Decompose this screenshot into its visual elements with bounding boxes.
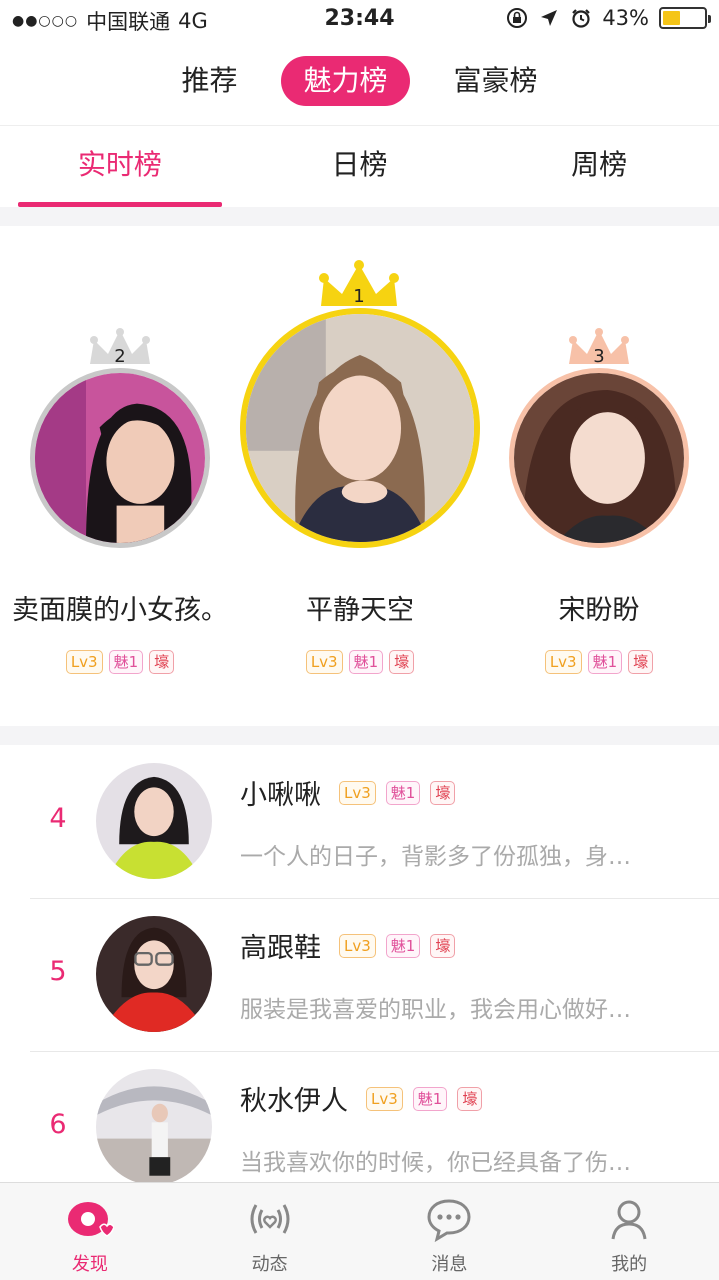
- rich-badge: 壕: [389, 650, 415, 674]
- status-bar: ●●○○○ 中国联通 4G 23:44 43%: [0, 0, 719, 40]
- nav-discover[interactable]: 发现: [0, 1183, 180, 1280]
- tab-charm-ranking[interactable]: 魅力榜: [281, 56, 410, 106]
- name-line: 秋水伊人 Lv3 魅1 壕: [240, 1079, 483, 1118]
- rank-number: 4: [49, 803, 67, 834]
- charm-badge: 魅1: [412, 1086, 448, 1111]
- user-name[interactable]: 小啾啾: [240, 773, 321, 812]
- user-bio: 当我喜欢你的时候，你已经具备了伤…: [240, 1150, 631, 1176]
- avatar-rank-2[interactable]: [30, 368, 210, 548]
- level-badge: Lv3: [544, 650, 582, 674]
- charm-badge: 魅1: [385, 780, 421, 805]
- list-item[interactable]: 5 高跟鞋 Lv3 魅1 壕 服装是我喜爱的职业，我会用心做好…: [0, 898, 719, 1051]
- avatar[interactable]: [96, 1069, 212, 1185]
- rich-badge: 壕: [430, 780, 456, 805]
- rank-number: 3: [593, 346, 605, 367]
- rich-badge: 壕: [149, 650, 175, 674]
- podium-name-rank-1[interactable]: 平静天空: [230, 588, 490, 627]
- profile-icon: [611, 1200, 647, 1240]
- bottom-nav: 发现 动态 消息 我的: [0, 1182, 719, 1280]
- location-icon: [541, 10, 558, 26]
- charm-badge: 魅1: [108, 650, 144, 674]
- name-line: 小啾啾 Lv3 魅1 壕: [240, 773, 456, 812]
- charm-badge: 魅1: [348, 650, 384, 674]
- ranking-list: 4 小啾啾 Lv3 魅1 壕 一个人的日子，背影多了份孤独，身… 5 高跟鞋 L…: [0, 745, 719, 1204]
- nav-messages[interactable]: 消息: [360, 1183, 540, 1280]
- avatar[interactable]: [96, 763, 212, 879]
- avatar-rank-3[interactable]: [509, 368, 689, 548]
- nav-label: 发现: [71, 1254, 108, 1275]
- battery-icon: [659, 7, 711, 29]
- section-divider: [0, 207, 719, 226]
- nav-label: 消息: [431, 1254, 468, 1275]
- tab-realtime[interactable]: 实时榜: [0, 126, 240, 207]
- section-divider: [0, 726, 719, 745]
- discover-icon: [67, 1202, 114, 1237]
- user-name[interactable]: 秋水伊人: [240, 1079, 348, 1118]
- charm-badge: 魅1: [385, 933, 421, 958]
- battery-fill: [663, 11, 680, 25]
- user-bio: 一个人的日子，背影多了份孤独，身…: [240, 844, 631, 870]
- nav-profile[interactable]: 我的: [539, 1183, 719, 1280]
- rank-number: 5: [49, 956, 67, 987]
- user-bio: 服装是我喜爱的职业，我会用心做好…: [240, 997, 631, 1023]
- level-badge: Lv3: [65, 650, 103, 674]
- message-icon: [427, 1199, 471, 1243]
- rotation-lock-icon: [507, 8, 528, 28]
- avatar[interactable]: [96, 916, 212, 1032]
- rank-number: 1: [353, 286, 365, 307]
- tab-daily[interactable]: 日榜: [240, 126, 480, 207]
- top-three-podium: 2 卖面膜的小女孩。 Lv3 魅1 壕 1 平静天空 Lv3 魅1 壕 3 宋盼…: [0, 226, 719, 726]
- rank-number: 6: [49, 1109, 67, 1140]
- rich-badge: 壕: [457, 1086, 483, 1111]
- rich-badge: 壕: [628, 650, 654, 674]
- level-badge: Lv3: [339, 780, 376, 805]
- avatar-rank-1[interactable]: [240, 308, 480, 548]
- badge-row: Lv3 魅1 壕: [260, 650, 460, 674]
- charm-badge: 魅1: [587, 650, 623, 674]
- alarm-icon: [572, 9, 591, 28]
- avatar-image: [514, 373, 684, 543]
- nav-label: 我的: [611, 1254, 648, 1275]
- podium-name-rank-3[interactable]: 宋盼盼: [469, 588, 719, 627]
- avatar-image: [96, 763, 212, 879]
- level-badge: Lv3: [366, 1086, 403, 1111]
- avatar-image: [35, 373, 205, 543]
- nav-label: 动态: [251, 1254, 288, 1275]
- period-tab-bar: 实时榜 日榜 周榜: [0, 125, 719, 207]
- tab-rich-ranking[interactable]: 富豪榜: [432, 56, 560, 106]
- silver-crown-icon: 2: [86, 326, 154, 372]
- nav-feed[interactable]: 动态: [180, 1183, 360, 1280]
- podium-name-rank-2[interactable]: 卖面膜的小女孩。: [0, 588, 250, 627]
- tab-weekly[interactable]: 周榜: [479, 126, 719, 207]
- level-badge: Lv3: [305, 650, 343, 674]
- badge-row: Lv3 魅1 壕: [20, 650, 220, 674]
- feed-icon: [250, 1204, 290, 1234]
- user-name[interactable]: 高跟鞋: [240, 926, 321, 965]
- rich-badge: 壕: [430, 933, 456, 958]
- avatar-image: [96, 916, 212, 1032]
- list-item[interactable]: 4 小啾啾 Lv3 魅1 壕 一个人的日子，背影多了份孤独，身…: [0, 745, 719, 898]
- level-badge: Lv3: [339, 933, 376, 958]
- gold-crown-icon: 1: [316, 258, 402, 314]
- rank-number: 2: [114, 346, 126, 367]
- bronze-crown-icon: 3: [565, 326, 633, 372]
- battery-percent: 43%: [602, 6, 649, 30]
- name-line: 高跟鞋 Lv3 魅1 壕: [240, 926, 456, 965]
- avatar-image: [246, 314, 474, 542]
- badge-row: Lv3 魅1 壕: [499, 650, 699, 674]
- avatar-image: [96, 1069, 212, 1185]
- top-tab-bar: 推荐 魅力榜 富豪榜: [0, 56, 719, 106]
- tab-recommend[interactable]: 推荐: [159, 56, 259, 106]
